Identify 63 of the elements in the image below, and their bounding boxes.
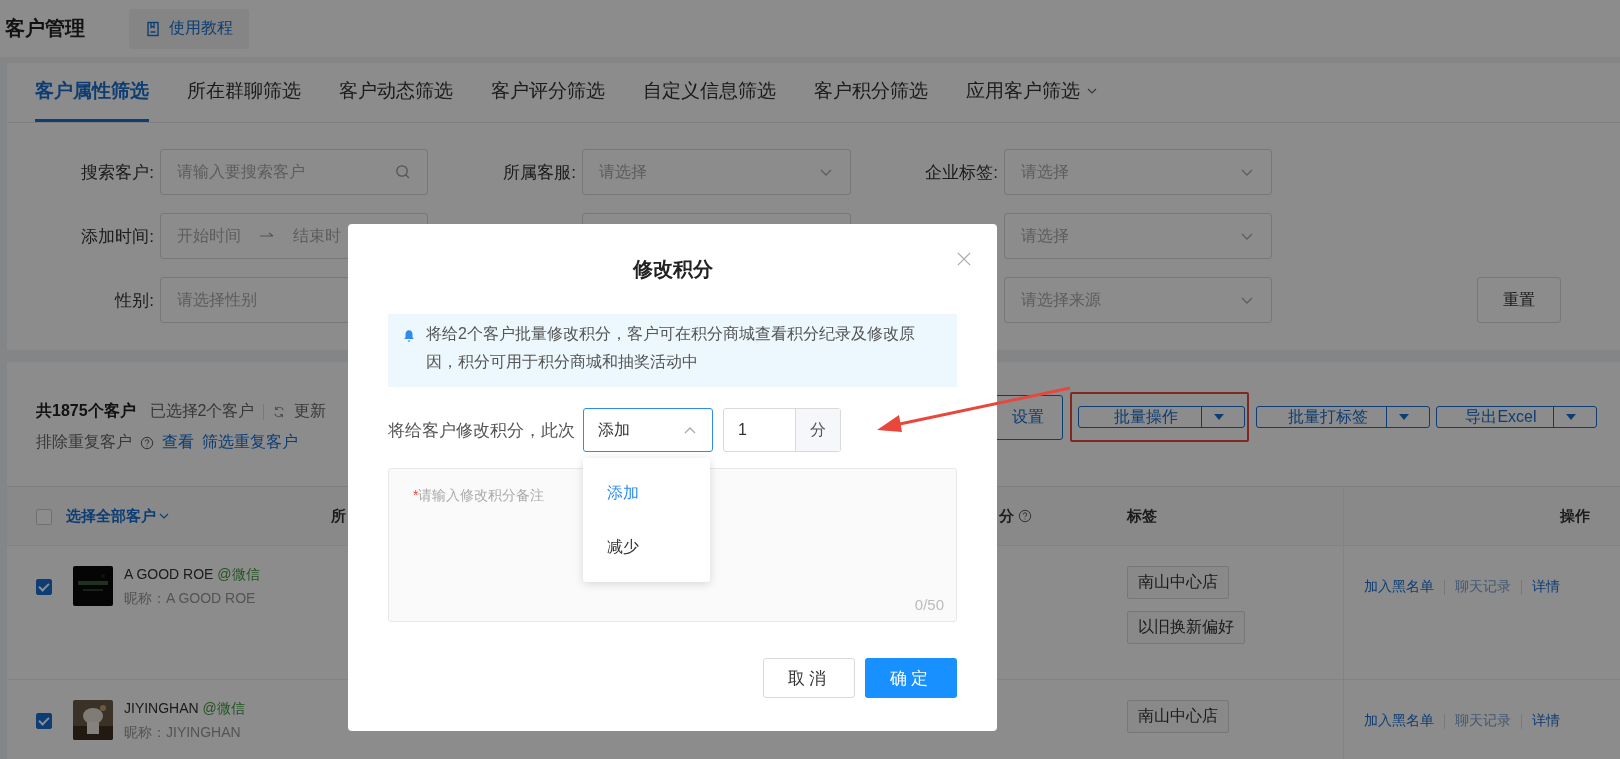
filter-tab[interactable]: 客户动态筛选	[339, 63, 453, 122]
unit-label: 分	[796, 409, 840, 451]
filter-tab[interactable]: 客户积分筛选	[814, 63, 928, 122]
remark-placeholder: 请输入修改积分备注	[418, 487, 545, 503]
action-link[interactable]: 详情	[1532, 712, 1560, 730]
dialog-title: 修改积分	[631, 257, 714, 282]
column-header: 所	[331, 506, 346, 526]
customer-total: 共1875个客户	[36, 401, 136, 421]
tag: 南山中心店	[1127, 566, 1229, 599]
confirm-button[interactable]: 确定	[865, 658, 957, 698]
customer-name: A GOOD ROE	[124, 566, 214, 582]
character-counter: 0/50	[914, 596, 944, 613]
document-icon	[145, 20, 161, 37]
filter-tab[interactable]: 所在群聊筛选	[187, 63, 301, 122]
page-title: 客户管理	[5, 16, 85, 41]
dropdown-option[interactable]: 添加	[583, 466, 710, 520]
action-link[interactable]: 详情	[1532, 578, 1560, 596]
filter-label: 添加时间:	[81, 225, 154, 248]
selected-count: 已选择2个客户	[149, 401, 255, 421]
source-label: @微信	[202, 700, 245, 716]
filter-tab[interactable]: 自定义信息筛选	[643, 63, 776, 122]
filter-label: 企业标签:	[925, 161, 998, 184]
column-header: 操作	[1560, 506, 1590, 526]
close-icon[interactable]	[957, 252, 971, 266]
filter-tab[interactable]: 客户评分筛选	[491, 63, 605, 122]
notice-text: 将给2个客户批量修改积分，客户可在积分商城查看积分纪录及修改原因，积分可用于积分商城和抽奖活动中	[426, 324, 916, 372]
checkbox[interactable]	[36, 713, 52, 729]
reset-button[interactable]: 重置	[1477, 277, 1561, 323]
refresh-link[interactable]: 更新	[293, 401, 326, 422]
caret-down-icon	[1399, 414, 1409, 420]
caret-down-icon	[1566, 414, 1576, 420]
select-all-dropdown[interactable]: 选择全部客户	[66, 506, 170, 526]
cancel-button[interactable]: 取消	[763, 658, 855, 698]
column-header: 标签	[1127, 506, 1157, 526]
action-link[interactable]: 加入黑名单	[1364, 712, 1434, 730]
filter-tab[interactable]: 客户属性筛选	[35, 63, 149, 122]
mode-select[interactable]: 添加	[583, 408, 713, 452]
filter-label: 性别:	[115, 289, 154, 312]
required-mark: *	[413, 487, 419, 503]
prompt-label: 将给客户修改积分，此次	[388, 419, 575, 442]
view-link[interactable]: 查看	[162, 432, 194, 453]
dedupe-link[interactable]: 筛选重复客户	[202, 432, 298, 453]
checkbox[interactable]	[36, 579, 52, 595]
search-icon	[395, 164, 411, 180]
filter-label: 搜索客户:	[81, 161, 154, 184]
customer-name: JIYINGHAN	[124, 700, 199, 716]
tag: 南山中心店	[1127, 700, 1229, 733]
action-link[interactable]: 加入黑名单	[1364, 578, 1434, 596]
refresh-icon[interactable]	[271, 404, 286, 419]
help-icon	[140, 435, 154, 450]
toolbar-button[interactable]: 批量操作	[1078, 406, 1245, 428]
column-header: 分	[999, 506, 1014, 526]
dedupe-label: 排除重复客户	[36, 432, 132, 452]
filter-label: 所属客服:	[503, 161, 576, 184]
toolbar-button[interactable]: 导出Excel	[1436, 406, 1597, 428]
tutorial-button[interactable]: 使用教程	[129, 8, 249, 49]
bell-icon	[402, 329, 416, 343]
tag: 以旧换新偏好	[1127, 611, 1245, 644]
source-label: @微信	[217, 566, 260, 582]
toolbar-button[interactable]: 批量打标签	[1256, 406, 1430, 428]
dropdown-option[interactable]: 减少	[583, 520, 710, 574]
filter-tab[interactable]: 应用客户筛选	[966, 63, 1098, 122]
caret-down-icon	[1214, 414, 1224, 420]
